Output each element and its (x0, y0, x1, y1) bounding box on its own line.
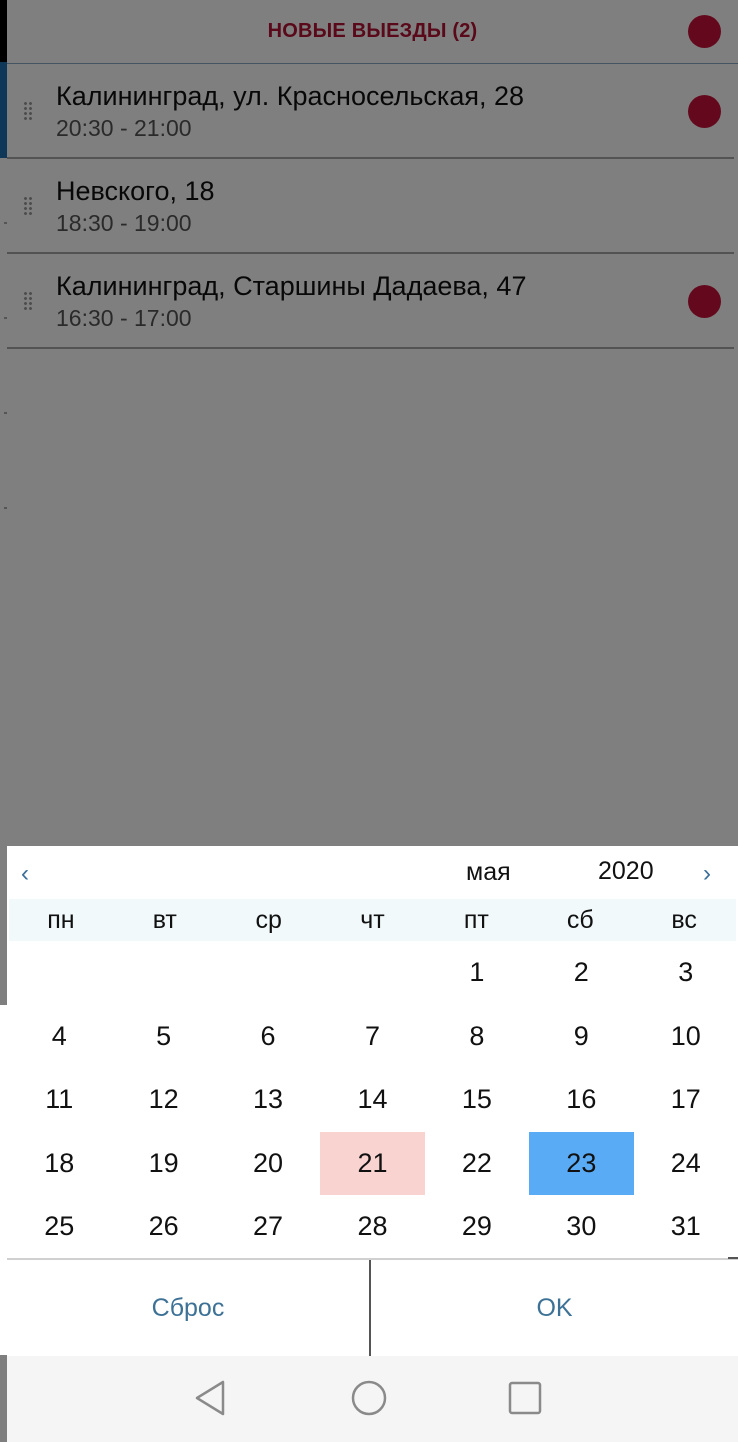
calendar-day[interactable]: 10 (634, 1005, 738, 1069)
calendar-day[interactable]: 23 (529, 1131, 634, 1196)
next-month-icon[interactable]: › (703, 860, 711, 888)
calendar-day[interactable]: 19 (111, 1132, 215, 1196)
weekday-label: пн (47, 906, 75, 934)
calendar-day[interactable]: 8 (425, 1005, 529, 1069)
year-label[interactable]: 2020 (598, 857, 654, 886)
calendar-day[interactable]: 27 (216, 1195, 320, 1259)
date-picker-dialog: ‹ мая 2020 › пн вт ср чт пт сб вс 123456… (7, 846, 738, 1356)
calendar-empty-cell (7, 941, 111, 1005)
weekday-label: пт (463, 906, 489, 934)
calendar-day[interactable]: 9 (529, 1005, 633, 1069)
edge-tick (4, 507, 7, 509)
calendar-day[interactable]: 1 (425, 941, 529, 1005)
calendar-day[interactable]: 18 (7, 1132, 111, 1196)
calendar-day[interactable]: 6 (216, 1005, 320, 1069)
edge-tick (4, 317, 7, 319)
edge-tick (4, 412, 7, 414)
dialog-actions: Сброс OK (7, 1258, 738, 1358)
calendar-day[interactable]: 22 (425, 1132, 529, 1196)
month-label[interactable]: мая (466, 858, 511, 887)
home-icon[interactable] (349, 1378, 389, 1418)
calendar-day[interactable]: 14 (320, 1068, 424, 1132)
calendar-day[interactable]: 25 (7, 1195, 111, 1259)
weekday-label: чт (360, 906, 385, 934)
calendar-week-row: 123 (7, 941, 738, 1005)
calendar-day[interactable]: 21 (320, 1131, 425, 1196)
weekday-label: вт (152, 906, 177, 934)
calendar-day[interactable]: 15 (425, 1068, 529, 1132)
calendar-day[interactable]: 20 (216, 1132, 320, 1196)
calendar-empty-cell (111, 941, 215, 1005)
calendar-day[interactable]: 4 (7, 1005, 111, 1069)
calendar-day[interactable]: 30 (529, 1195, 633, 1259)
weekday-label: сб (566, 906, 594, 934)
prev-month-icon[interactable]: ‹ (21, 860, 29, 888)
edge-tick (728, 1257, 738, 1259)
calendar-week-row: 4 5 6 7 8 9 10 (7, 1005, 738, 1069)
calendar-day[interactable]: 17 (634, 1068, 738, 1132)
edge-tick (4, 222, 7, 224)
calendar-day[interactable]: 2 (529, 941, 633, 1005)
calendar-empty-cell (216, 941, 320, 1005)
back-icon[interactable] (193, 1378, 233, 1418)
weekday-header: пн вт ср чт пт сб вс (9, 899, 736, 941)
ok-button[interactable]: OK (371, 1260, 738, 1356)
calendar-day[interactable]: 7 (320, 1005, 424, 1069)
calendar-day[interactable]: 5 (111, 1005, 215, 1069)
calendar-empty-cell (320, 941, 424, 1005)
system-navigation-bar (7, 1356, 738, 1442)
calendar-day[interactable]: 28 (320, 1195, 424, 1259)
calendar-week-row: 25 26 27 28 29 30 31 (7, 1195, 738, 1259)
calendar-week-row: 18 19 20 21 22 23 24 (7, 1131, 738, 1196)
picker-edge (0, 1005, 7, 1355)
calendar-day[interactable]: 12 (111, 1068, 215, 1132)
calendar-day[interactable]: 24 (634, 1132, 738, 1196)
calendar-day[interactable]: 13 (216, 1068, 320, 1132)
recent-apps-icon[interactable] (505, 1378, 545, 1418)
calendar-day[interactable]: 16 (529, 1068, 633, 1132)
calendar-day[interactable]: 11 (7, 1068, 111, 1132)
calendar-day[interactable]: 3 (634, 941, 738, 1005)
calendar-day[interactable]: 26 (111, 1195, 215, 1259)
calendar-day[interactable]: 29 (425, 1195, 529, 1259)
calendar-week-row: 11 12 13 14 15 16 17 (7, 1068, 738, 1132)
calendar-grid: 1 2 3 4 5 6 7 8 9 10 11 12 13 14 15 16 17 18 19 20 21 22 23 24 2… (7, 941, 738, 1259)
calendar-day[interactable]: 31 (634, 1195, 738, 1259)
weekday-label: ср (255, 906, 282, 934)
weekday-label: вс (671, 906, 697, 934)
reset-button[interactable]: Сброс (7, 1260, 369, 1356)
